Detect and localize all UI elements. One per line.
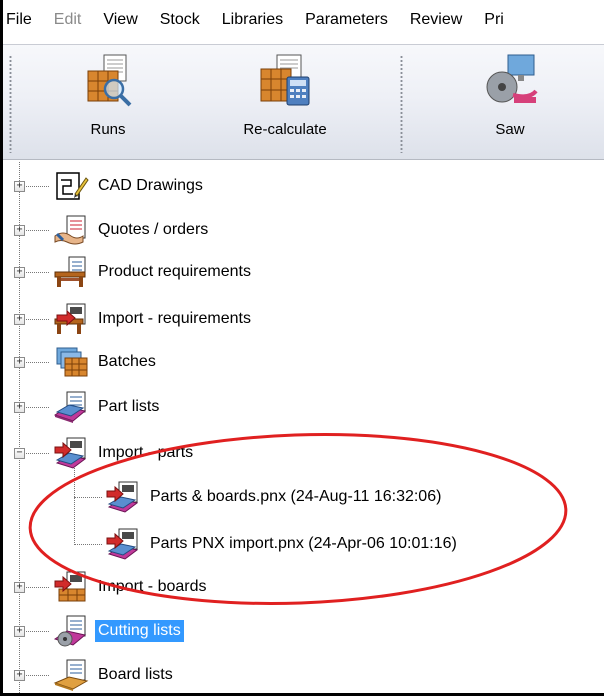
tree-item-label: Import - boards xyxy=(98,578,207,595)
runs-button[interactable]: Runs xyxy=(73,53,143,153)
menu-review[interactable]: Review xyxy=(410,11,462,29)
expand-toggle[interactable]: + xyxy=(14,357,25,368)
tree-item-label: Cutting lists xyxy=(95,620,184,642)
tree-connector-children xyxy=(74,465,75,545)
pnx-file-icon xyxy=(106,481,139,513)
expand-toggle[interactable]: + xyxy=(14,267,25,278)
batches-icon xyxy=(56,347,88,377)
tree-item-part-lists[interactable]: Part lists xyxy=(53,391,162,423)
tree-item-cutting-lists[interactable]: Cutting lists xyxy=(53,615,184,647)
tree-item-label: Board lists xyxy=(98,666,173,683)
toolbar: Runs Re-calculate Saw xyxy=(3,44,604,160)
saw-icon xyxy=(486,54,538,103)
import-boards-icon xyxy=(54,571,86,602)
menu-stock[interactable]: Stock xyxy=(160,11,200,29)
tree-item-label: Product requirements xyxy=(98,263,251,280)
toolbar-grip[interactable] xyxy=(9,55,12,153)
tree-item-batches[interactable]: Batches xyxy=(53,346,159,378)
tree-item-label: Batches xyxy=(98,353,156,370)
menu-bar: File Edit View Stock Libraries Parameter… xyxy=(0,0,604,40)
saw-button[interactable]: Saw xyxy=(475,53,545,153)
tree-item-label: Part lists xyxy=(98,398,160,415)
import-parts-icon xyxy=(54,437,87,469)
tree-item-import-boards[interactable]: Import - boards xyxy=(53,571,209,603)
tree-view: + CAD Drawings + Quotes / orders + Produ… xyxy=(3,162,604,693)
menu-view[interactable]: View xyxy=(103,11,137,29)
tree-item-label: Parts PNX import.pnx (24-Apr-06 10:01:16… xyxy=(150,535,457,552)
tree-item-quotes-orders[interactable]: Quotes / orders xyxy=(53,214,211,246)
tree-item-parts-boards-pnx[interactable]: Parts & boards.pnx (24-Aug-11 16:32:06) xyxy=(105,481,444,513)
menu-edit[interactable]: Edit xyxy=(54,11,82,29)
runs-label: Runs xyxy=(90,121,126,138)
expand-toggle[interactable]: + xyxy=(14,314,25,325)
tree-item-label: Parts & boards.pnx (24-Aug-11 16:32:06) xyxy=(150,488,442,505)
expand-toggle[interactable]: + xyxy=(14,626,25,637)
tree-branch xyxy=(74,497,102,498)
cad-drawing-icon xyxy=(56,172,89,200)
menu-print[interactable]: Pri xyxy=(484,11,504,29)
expand-toggle[interactable]: + xyxy=(14,402,25,413)
part-lists-icon xyxy=(53,391,87,423)
tree-item-label: CAD Drawings xyxy=(98,177,203,194)
quotes-icon xyxy=(54,215,86,245)
recalculate-label: Re-calculate xyxy=(243,121,327,138)
tree-item-product-requirements[interactable]: Product requirements xyxy=(53,256,254,288)
tree-connector xyxy=(19,162,20,693)
expand-toggle[interactable]: + xyxy=(14,181,25,192)
tree-item-cad-drawings[interactable]: CAD Drawings xyxy=(53,170,206,202)
tree-item-board-lists[interactable]: Board lists xyxy=(53,659,176,691)
tree-item-label: Quotes / orders xyxy=(98,221,209,238)
runs-icon xyxy=(87,54,132,107)
recalculate-icon xyxy=(260,54,310,106)
cutting-lists-icon xyxy=(53,615,87,647)
import-requirements-icon xyxy=(54,303,86,334)
menu-parameters[interactable]: Parameters xyxy=(305,11,388,29)
menu-libraries[interactable]: Libraries xyxy=(222,11,283,29)
expand-toggle[interactable]: + xyxy=(14,582,25,593)
board-lists-icon xyxy=(53,659,89,691)
recalculate-button[interactable]: Re-calculate xyxy=(235,53,335,153)
tree-item-parts-pnx-import[interactable]: Parts PNX import.pnx (24-Apr-06 10:01:16… xyxy=(105,528,460,560)
expand-toggle[interactable]: + xyxy=(14,670,25,681)
pnx-file-icon xyxy=(106,528,139,560)
product-requirements-icon xyxy=(54,256,86,287)
collapse-toggle[interactable]: − xyxy=(14,448,25,459)
expand-toggle[interactable]: + xyxy=(14,225,25,236)
tree-branch xyxy=(74,544,102,545)
tree-item-label: Import - requirements xyxy=(98,310,251,327)
menu-file[interactable]: File xyxy=(6,11,32,29)
tree-item-import-requirements[interactable]: Import - requirements xyxy=(53,303,254,335)
tree-item-label: Import - parts xyxy=(98,444,194,461)
tree-item-import-parts[interactable]: Import - parts xyxy=(53,437,196,469)
saw-label: Saw xyxy=(495,121,525,138)
toolbar-grip-2[interactable] xyxy=(400,55,403,153)
